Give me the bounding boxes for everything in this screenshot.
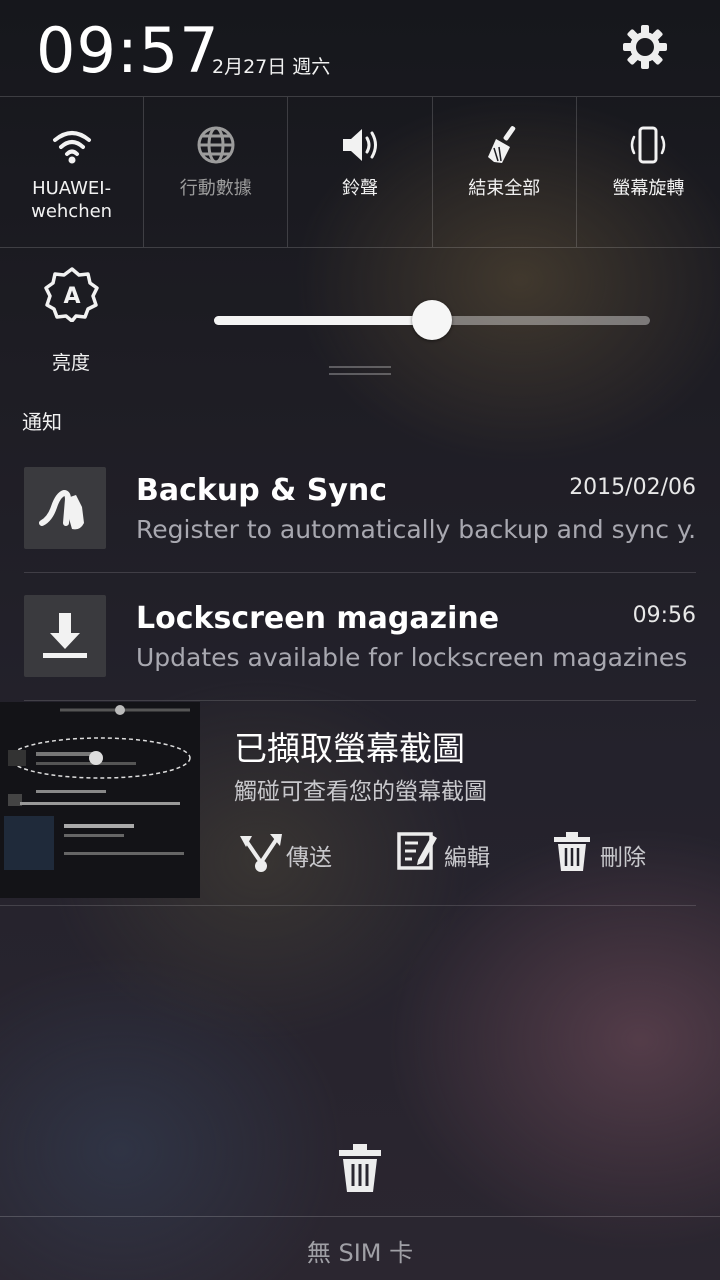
clear-all-trash-icon[interactable]: [336, 1142, 384, 1194]
backup-sync-icon: [39, 490, 84, 530]
share-icon: [240, 834, 282, 872]
speaker-icon: [343, 129, 377, 161]
globe-icon: [197, 126, 235, 164]
trash-icon: [554, 832, 590, 871]
date: 2月27日 週六: [212, 56, 331, 78]
qs-label-ringtone: 鈴聲: [342, 178, 378, 199]
delete-button[interactable]: 刪除: [552, 830, 662, 878]
divider: [0, 905, 696, 906]
divider: [24, 572, 696, 573]
qs-tile-rotation[interactable]: 螢幕旋轉: [577, 97, 720, 247]
notification-title: Lockscreen magazine: [136, 601, 500, 636]
divider: [24, 700, 696, 701]
notifications-header: 通知: [22, 410, 62, 434]
wifi-icon: [52, 131, 91, 164]
screenshot-title: 已擷取螢幕截圖: [234, 729, 465, 768]
edit-icon: [397, 832, 437, 870]
brightness-slider-fill: [214, 316, 432, 325]
edit-label: 編輯: [444, 845, 490, 871]
screenshot-thumbnail[interactable]: [0, 702, 200, 898]
brightness-label: 亮度: [52, 352, 91, 374]
settings-button[interactable]: [620, 22, 670, 72]
qs-label-wifi: HUAWEI- wehchen: [31, 178, 113, 222]
edit-button[interactable]: 編輯: [396, 830, 506, 878]
qs-tile-wifi[interactable]: HUAWEI- wehchen: [0, 97, 145, 247]
download-icon: [43, 613, 87, 658]
notification-time: 09:56: [632, 603, 696, 628]
brightness-slider-thumb[interactable]: [412, 300, 452, 340]
notification-time: 2015/02/06: [569, 475, 696, 500]
gear-icon: [623, 25, 667, 69]
share-label: 傳送: [286, 845, 332, 871]
auto-brightness-icon[interactable]: A: [44, 266, 100, 322]
qs-tile-end-all[interactable]: 結束全部: [433, 97, 577, 247]
rotate-phone-icon: [631, 126, 666, 164]
screenshot-subtitle: 觸碰可查看您的螢幕截圖: [234, 779, 487, 805]
notification-backup-sync[interactable]: Backup & Sync 2015/02/06 Register to aut…: [24, 467, 696, 595]
notification-title: Backup & Sync: [136, 473, 388, 508]
drag-handle[interactable]: [329, 366, 391, 376]
broom-icon: [488, 126, 516, 163]
notification-icon: [24, 467, 106, 549]
sim-status-bar: 無 SIM 卡: [0, 1216, 720, 1280]
delete-label: 刪除: [600, 845, 646, 871]
qs-tile-ringtone[interactable]: 鈴聲: [288, 97, 433, 247]
quick-settings: HUAWEI- wehchen 行動數據 鈴聲 結束全部 螢幕旋轉: [0, 96, 720, 248]
brightness-slider[interactable]: [214, 300, 650, 340]
qs-label-rotation: 螢幕旋轉: [612, 178, 685, 199]
svg-text:A: A: [63, 284, 80, 309]
notification-icon: [24, 595, 106, 677]
notification-text: Register to automatically backup and syn…: [136, 515, 696, 544]
sim-status-text: 無 SIM 卡: [306, 1239, 414, 1267]
qs-tile-mobile-data[interactable]: 行動數據: [144, 97, 289, 247]
clock: 09:57: [36, 14, 220, 87]
screenshot-preview-image: [0, 702, 200, 898]
share-button[interactable]: 傳送: [238, 830, 348, 878]
notification-text: Updates available for lockscreen magazin…: [136, 643, 688, 672]
qs-label-end-all: 結束全部: [468, 178, 541, 199]
qs-label-mobile-data: 行動數據: [179, 178, 252, 199]
